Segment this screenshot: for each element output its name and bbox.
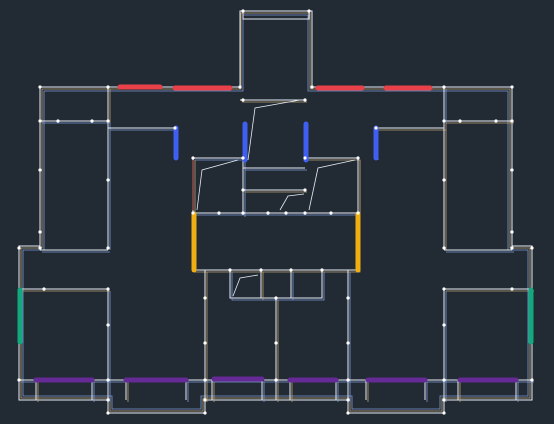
- node-17: [510, 168, 514, 172]
- node-66: [442, 398, 446, 402]
- partition-22-outer: [229, 270, 323, 299]
- node-12: [458, 119, 462, 123]
- node-37: [106, 323, 110, 327]
- node-23: [510, 246, 514, 250]
- node-15: [106, 178, 110, 182]
- node-40: [346, 341, 350, 345]
- node-55: [320, 268, 324, 272]
- node-51: [303, 188, 307, 192]
- node-16: [442, 178, 446, 182]
- node-76: [284, 211, 288, 215]
- node-65: [346, 398, 350, 402]
- node-50: [241, 188, 245, 192]
- node-5: [510, 85, 514, 89]
- node-34: [346, 378, 350, 382]
- node-73: [217, 211, 221, 215]
- node-59: [241, 98, 245, 102]
- node-6: [38, 119, 42, 123]
- node-45: [356, 211, 360, 215]
- stair-line-1: [247, 99, 301, 161]
- node-62: [307, 9, 311, 13]
- node-19: [510, 230, 514, 234]
- partition-17-inner: [307, 159, 361, 217]
- node-57: [274, 296, 278, 300]
- node-56: [203, 296, 207, 300]
- node-68: [203, 411, 207, 415]
- node-39: [203, 341, 207, 345]
- partition-21-inner: [194, 160, 361, 273]
- node-61: [241, 9, 245, 13]
- partition-16-outer: [193, 157, 244, 215]
- node-8: [442, 119, 446, 123]
- node-10: [56, 119, 60, 123]
- partition-0-inner: [42, 122, 111, 250]
- node-21: [106, 246, 110, 250]
- node-31: [106, 378, 110, 382]
- node-33: [274, 378, 278, 382]
- node-75: [266, 211, 270, 215]
- node-26: [42, 287, 46, 291]
- floor-plan-svg[interactable]: [0, 0, 554, 424]
- node-70: [442, 411, 446, 415]
- node-9: [510, 119, 514, 123]
- partition-21-outer: [192, 158, 359, 271]
- node-52: [228, 268, 232, 272]
- node-71: [173, 126, 177, 130]
- node-41: [274, 341, 278, 345]
- node-60: [303, 98, 307, 102]
- node-4: [442, 85, 446, 89]
- node-30: [17, 378, 21, 382]
- node-46: [191, 156, 195, 160]
- node-47: [241, 156, 245, 160]
- node-11: [90, 119, 94, 123]
- node-49: [356, 156, 360, 160]
- node-2: [238, 85, 242, 89]
- node-7: [106, 119, 110, 123]
- node-32: [203, 378, 207, 382]
- stair-line-2: [196, 159, 239, 211]
- node-74: [329, 211, 333, 215]
- stair-line-5: [232, 274, 259, 297]
- cad-drawing-canvas[interactable]: [0, 0, 554, 424]
- node-38: [442, 323, 446, 327]
- partition-16-inner: [195, 159, 246, 217]
- partition-22-inner: [231, 272, 325, 301]
- node-72: [374, 126, 378, 130]
- node-18: [38, 230, 42, 234]
- node-0: [38, 85, 42, 89]
- node-58: [346, 296, 350, 300]
- partition-17-outer: [305, 157, 359, 215]
- node-14: [38, 168, 42, 172]
- node-63: [106, 398, 110, 402]
- node-69: [346, 411, 350, 415]
- stair-line-4: [279, 193, 305, 211]
- node-3: [310, 85, 314, 89]
- node-27: [106, 287, 110, 291]
- node-48: [303, 156, 307, 160]
- node-35: [442, 378, 446, 382]
- node-28: [442, 287, 446, 291]
- node-20: [38, 246, 42, 250]
- node-36: [530, 378, 534, 382]
- wall-layer: [18, 10, 534, 414]
- node-43: [241, 211, 245, 215]
- node-44: [303, 211, 307, 215]
- node-29: [510, 287, 514, 291]
- node-64: [203, 398, 207, 402]
- partition-0-outer: [40, 120, 109, 248]
- node-53: [259, 268, 263, 272]
- node-54: [289, 268, 293, 272]
- node-13: [494, 119, 498, 123]
- node-22: [442, 246, 446, 250]
- node-67: [106, 411, 110, 415]
- node-25: [530, 246, 534, 250]
- stair-line-3: [308, 159, 356, 211]
- node-42: [191, 211, 195, 215]
- node-1: [106, 85, 110, 89]
- node-24: [17, 246, 21, 250]
